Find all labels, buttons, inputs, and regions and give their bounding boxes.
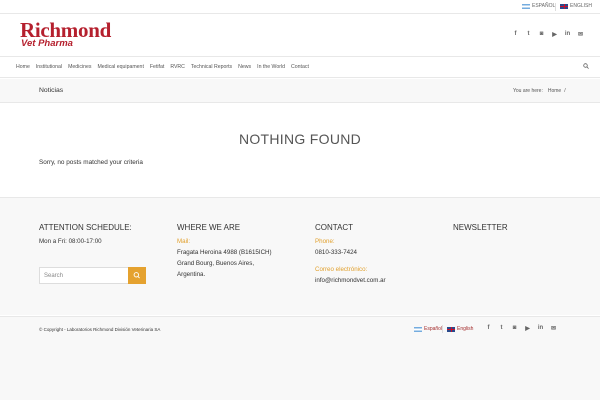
schedule-text: Mon a Fri: 08:00-17:00 <box>39 238 102 245</box>
footer-search-button[interactable] <box>128 267 146 284</box>
argentina-flag-icon <box>522 3 530 9</box>
footer-search-input[interactable]: Search <box>39 267 129 284</box>
instagram-icon[interactable]: ◙ <box>508 325 521 332</box>
title-bar <box>0 79 600 103</box>
phone-number[interactable]: 0810-333-7424 <box>315 249 357 256</box>
nothing-found-heading: NOTHING FOUND <box>238 131 362 147</box>
copyright-text: © Copyright - Laboratorios Richmond Divi… <box>39 327 161 332</box>
breadcrumb-home-link[interactable]: Home <box>548 88 561 94</box>
lang-divider <box>442 325 443 333</box>
footer-language-english-link[interactable]: English <box>447 326 473 332</box>
mail-icon[interactable]: ✉ <box>547 325 560 332</box>
address-line-2: Grand Bourg, Buenos Aires, <box>177 260 255 267</box>
nav-item-medical-equipment[interactable]: Medical equipament <box>97 64 143 70</box>
nav-item-fetifat[interactable]: Fetifat <box>150 64 164 70</box>
address-line-1: Fragata Heroina 4988 (B1615ICH) <box>177 249 272 256</box>
phone-label: Phone: <box>315 238 335 245</box>
email-label: Correo electrónico: <box>315 266 368 273</box>
language-english-link[interactable]: ENGLISH <box>560 3 592 9</box>
top-bar <box>0 0 600 14</box>
mail-label: Mail: <box>177 238 191 245</box>
logo-subtitle: Vet Pharma <box>21 38 73 49</box>
youtube-icon[interactable]: ▶ <box>548 31 561 38</box>
facebook-icon[interactable]: f <box>482 325 495 332</box>
nav-item-institutional[interactable]: Institutional <box>36 64 62 70</box>
lang-divider <box>555 3 556 11</box>
footer-heading-contact: CONTACT <box>315 223 354 232</box>
breadcrumb: You are here: Home / <box>513 88 566 94</box>
page-title: Noticias <box>39 87 64 94</box>
facebook-icon[interactable]: f <box>509 31 522 38</box>
footer-social-icons: f t ◙ ▶ in ✉ <box>482 325 560 332</box>
footer <box>0 197 600 315</box>
address-line-3: Argentina. <box>177 271 206 278</box>
uk-flag-icon <box>447 326 455 332</box>
linkedin-icon[interactable]: in <box>561 31 574 38</box>
nav-menu: Home Institutional Medicines Medical equ… <box>16 64 309 70</box>
uk-flag-icon <box>560 3 568 9</box>
nav-item-technical-reports[interactable]: Technical Reports <box>191 64 232 70</box>
nav-item-news[interactable]: News <box>238 64 251 70</box>
nav-item-medicines[interactable]: Medicines <box>68 64 91 70</box>
instagram-icon[interactable]: ◙ <box>535 31 548 38</box>
email-link[interactable]: info@richmondvet.com.ar <box>315 277 386 284</box>
linkedin-icon[interactable]: in <box>534 325 547 332</box>
mail-icon[interactable]: ✉ <box>574 31 587 38</box>
youtube-icon[interactable]: ▶ <box>521 325 534 332</box>
footer-heading-where: WHERE WE ARE <box>177 223 241 232</box>
nav-item-in-the-world[interactable]: In the World <box>257 64 285 70</box>
twitter-icon[interactable]: t <box>495 325 508 332</box>
nav-item-contact[interactable]: Contact <box>291 64 309 70</box>
twitter-icon[interactable]: t <box>522 31 535 38</box>
footer-heading-attention: ATTENTION SCHEDULE: <box>39 223 132 232</box>
search-icon[interactable] <box>583 63 589 69</box>
header-social-icons: f t ◙ ▶ in ✉ <box>509 31 587 38</box>
no-posts-message: Sorry, no posts matched your criteria <box>39 159 143 166</box>
language-espanol-link[interactable]: ESPAÑOL <box>522 3 555 9</box>
footer-language-espanol-link[interactable]: Español <box>414 326 442 332</box>
argentina-flag-icon <box>414 326 422 332</box>
nav-item-rvrc[interactable]: RVRC <box>170 64 185 70</box>
footer-heading-newsletter: NEWSLETTER <box>453 223 508 232</box>
nav-item-home[interactable]: Home <box>16 64 30 70</box>
